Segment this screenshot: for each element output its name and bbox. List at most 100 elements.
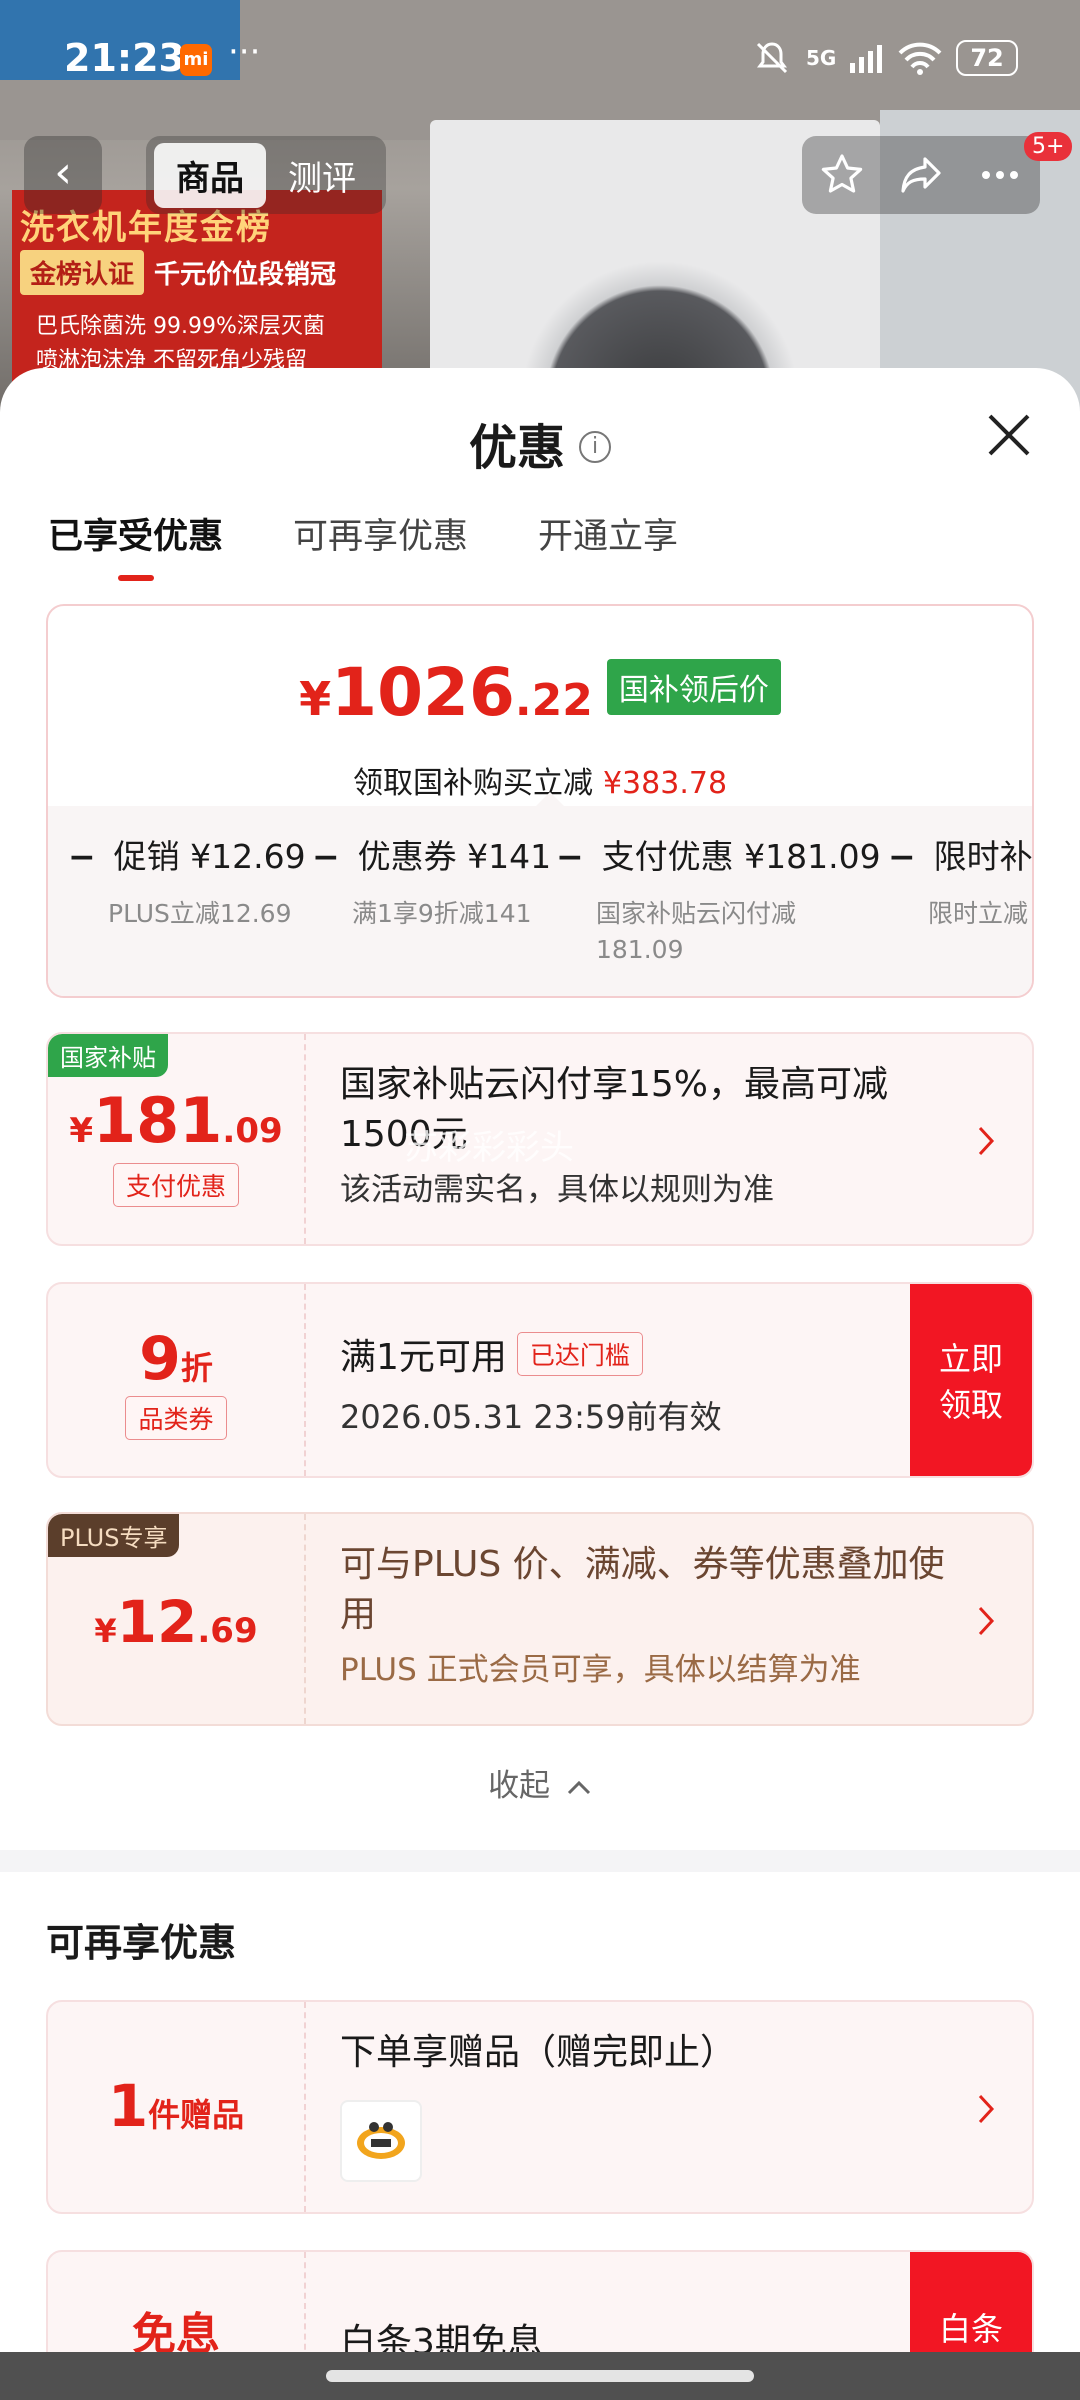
amount-integer: 12 [116,1588,198,1656]
final-price: ¥1026.22 [299,654,593,731]
price-type-tag: 国补领后价 [606,659,781,715]
plus-amount: ¥12.69 [48,1588,304,1656]
product-tabs: 商品 测评 [146,136,386,214]
coupon-value-block: 9折 品类券 [48,1284,306,1476]
breakdown-sub: 国家补贴云闪付减181.09 [596,899,797,964]
subsidy-amount: ¥181.09 [48,1084,304,1157]
watermark-text: 苏彩彩彩头 [404,1128,574,1168]
plus-details: 可与PLUS 价、满减、券等优惠叠加使用 PLUS 正式会员可享，具体以结算为准 [340,1540,962,1689]
discount-breakdown: − 促销 ¥12.69 PLUS立减12.69 − 优惠券 ¥141 满1享9折减1… [48,792,1033,996]
coupon-discount-number: 9 [139,1324,181,1394]
final-price-row: ¥1026.22 国补领后价 [48,654,1032,731]
plus-desc: PLUS 正式会员可享，具体以结算为准 [340,1652,861,1688]
coupon-details: 满1元可用 已达门槛 2026.05.31 23:59前有效 [340,1328,892,1438]
status-icons: 5G 72 [752,38,1018,78]
claim-coupon-button[interactable]: 立即领取 [910,1284,1032,1476]
coupon-title: 满1元可用 [340,1337,507,1378]
collapse-label: 收起 [488,1768,551,1804]
amount-integer: 181 [93,1084,223,1157]
back-button[interactable]: ‹ [24,136,102,214]
price-decimal: .22 [514,675,593,726]
tab-product[interactable]: 商品 [154,142,266,208]
subsidy-desc: 该活动需实名，具体以规则为准 [340,1172,774,1208]
gift-details: 下单享赠品（赠完即止） [340,2028,962,2182]
category-coupon-tag: 品类券 [125,1396,227,1440]
minus-icon: − [312,837,340,876]
promo-rank-text: 千元价位段销冠 [154,260,337,290]
chevron-right-icon [978,2094,995,2124]
claim-button-label: 立即领取 [938,1340,1003,1424]
breakdown-item-limited: −限时补贴 限时立减 [888,830,1033,932]
breakdown-item-payment: − 支付优惠 ¥181.09 国家补贴云闪付减181.09 [556,830,881,968]
price-summary-card: ¥1026.22 国补领后价 领取国补购买立减 ¥383.78 − 促销 ¥12.6… [46,604,1034,998]
more-icon[interactable] [976,151,1024,199]
minus-icon: − [888,837,916,876]
section-divider [0,1850,1080,1872]
tab-more-discounts[interactable]: 可再享优惠 [293,508,468,581]
home-indicator[interactable] [326,2370,754,2382]
battery-icon: 72 [956,40,1018,76]
saving-amount: ¥383.78 [602,766,728,801]
chevron-right-icon [978,1606,995,1636]
breakdown-label: 优惠券 ¥141 [357,837,552,876]
nav-actions [802,136,1040,214]
gift-count: 1件赠品 [48,2072,304,2140]
gesture-bar [0,2352,1080,2400]
gift-unit: 件赠品 [148,2096,245,2134]
minus-icon: − [68,837,96,876]
gift-product-icon [357,2122,405,2159]
coupon-expiry: 2026.05.31 23:59前有效 [340,1398,722,1436]
signal-icon [850,45,883,73]
national-subsidy-card[interactable]: 国家补贴 ¥181.09 支付优惠 国家补贴云闪付享15%，最高可减1500元 … [46,1032,1034,1246]
back-icon: ‹ [54,147,72,198]
gift-count-block: 1件赠品 [48,2002,306,2212]
product-nav-bar: ‹ 商品 测评 5+ [0,132,1080,216]
discount-sheet: 优惠 i 已享受优惠 可再享优惠 开通立享 ¥1026.22 国补领后价 领取国补… [0,368,1080,2400]
collapse-button[interactable]: 收起 [0,1760,1080,1805]
tab-activate-discounts[interactable]: 开通立享 [538,508,678,581]
gift-offer-card[interactable]: 1件赠品 下单享赠品（赠完即止） [46,2000,1034,2214]
breakdown-sub: 限时立减 [928,899,1029,928]
gift-thumbnail [340,2100,422,2182]
sheet-tabs: 已享受优惠 可再享优惠 开通立享 [48,508,678,581]
sheet-title-text: 优惠 [468,420,565,476]
currency-symbol: ¥ [69,1111,93,1151]
minus-icon: − [556,837,584,876]
currency-symbol: ¥ [94,1612,117,1650]
gift-title: 下单享赠品（赠完即止） [340,2032,737,2073]
coupon-value: 9折 [48,1324,304,1394]
gift-number: 1 [107,2072,149,2140]
plus-title: 可与PLUS 价、满减、券等优惠叠加使用 [340,1544,945,1635]
breakdown-sub: 满1享9折减141 [352,899,532,928]
promo-tag-row: 金榜认证 千元价位段销冠 [20,250,336,295]
tab-review[interactable]: 测评 [266,143,378,208]
chevron-right-icon [978,1126,995,1156]
amount-decimal: .69 [197,1611,258,1651]
breakdown-label: 促销 ¥12.69 [113,837,306,876]
currency-symbol: ¥ [299,672,332,726]
coupon-discount-unit: 折 [180,1349,213,1387]
wifi-icon [898,42,942,75]
star-icon[interactable] [818,151,866,199]
payment-discount-tag: 支付优惠 [112,1163,239,1207]
breakdown-item-coupon: − 优惠券 ¥141 满1享9折减141 [312,830,551,932]
status-time: 21:23 [64,36,185,80]
chevron-up-icon [567,1780,590,1795]
baitiao-button-label: 白条 [938,2310,1003,2348]
subsidy-amount-block: ¥181.09 支付优惠 [48,1034,306,1244]
plus-exclusive-card[interactable]: PLUS专享 ¥12.69 可与PLUS 价、满减、券等优惠叠加使用 PLUS … [46,1512,1034,1726]
breakdown-label: 限时补贴 [933,837,1033,876]
close-icon[interactable] [984,410,1034,460]
breakdown-label: 支付优惠 ¥181.09 [601,837,881,876]
share-icon[interactable] [897,151,945,199]
notification-badge: 5+ [1024,132,1073,161]
amount-decimal: .09 [222,1111,283,1151]
threshold-reached-badge: 已达门槛 [516,1332,643,1376]
info-icon[interactable]: i [579,431,611,463]
network-type-label: 5G [806,46,837,70]
tab-enjoyed-discounts[interactable]: 已享受优惠 [48,508,223,581]
category-coupon-card: 9折 品类券 满1元可用 已达门槛 2026.05.31 23:59前有效 立即领… [46,1282,1034,1478]
more-discounts-title: 可再享优惠 [46,1921,237,1965]
breakdown-sub: PLUS立减12.69 [108,899,292,928]
status-bar: 21:23 mi ··· 5G 72 [0,0,1080,118]
